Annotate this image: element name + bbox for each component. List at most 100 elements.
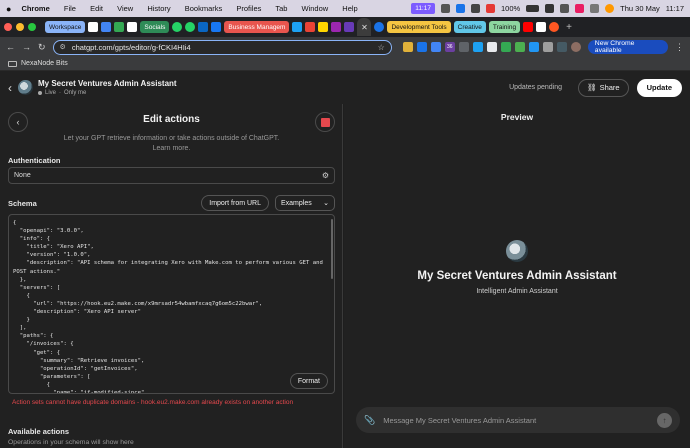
tab-favicon[interactable] (549, 22, 560, 32)
new-tab-icon[interactable]: + (566, 22, 572, 33)
tab-favicon[interactable] (292, 22, 303, 32)
clock-date[interactable]: Thu 30 May (620, 4, 660, 13)
paperclip-icon[interactable]: 📎 (364, 415, 375, 426)
reload-icon[interactable]: ↻ (38, 42, 46, 53)
status-area: 11:17 100% Thu 30 May 11:17 (411, 3, 684, 14)
search-icon[interactable] (560, 4, 570, 13)
puzzle-icon[interactable] (542, 42, 553, 52)
tab-group-dev-tools[interactable]: Development Tools (387, 21, 451, 33)
linkedin-icon[interactable] (198, 22, 209, 32)
extension-icon[interactable] (402, 42, 413, 52)
message-input[interactable]: 📎 Message My Secret Ventures Admin Assis… (356, 407, 680, 433)
whatsapp-icon[interactable] (172, 22, 183, 32)
extension-icon[interactable] (528, 42, 539, 52)
extension-icon[interactable] (472, 42, 483, 52)
authentication-field[interactable]: None ⚙ (8, 167, 335, 184)
back-icon[interactable]: ← (6, 42, 15, 52)
format-button[interactable]: Format (289, 373, 328, 389)
url-text[interactable]: chatgpt.com/gpts/editor/g-fCKI4HIi4 (72, 43, 191, 52)
active-tab[interactable]: ✕ (357, 18, 372, 36)
updates-pending-text: Updates pending (509, 84, 563, 91)
sidebar-icon[interactable] (556, 42, 567, 52)
tab-favicon[interactable] (127, 22, 138, 32)
menu-tab[interactable]: Tab (275, 4, 287, 13)
menu-window[interactable]: Window (302, 4, 329, 13)
close-icon[interactable]: ✕ (361, 23, 368, 32)
extension-icon[interactable] (430, 42, 441, 52)
apple-icon[interactable]: ● (6, 4, 11, 14)
status-icon[interactable] (575, 4, 585, 13)
tab-favicon[interactable] (344, 22, 355, 32)
menu-history[interactable]: History (147, 4, 170, 13)
menu-edit[interactable]: Edit (90, 4, 103, 13)
battery-icon[interactable] (526, 5, 540, 12)
tab-favicon[interactable] (101, 22, 112, 32)
extension-icon[interactable] (486, 42, 497, 52)
delete-action-button[interactable] (315, 112, 335, 132)
status-icon[interactable] (455, 4, 465, 13)
tab-group-business[interactable]: Business Managem (224, 21, 290, 33)
close-window-button[interactable] (4, 23, 12, 31)
examples-select[interactable]: Examples ⌄ (275, 195, 335, 211)
menu-view[interactable]: View (117, 4, 133, 13)
tab-favicon[interactable] (536, 22, 547, 32)
time-badge[interactable]: 11:17 (411, 3, 435, 14)
schema-text[interactable]: { "openapi": "3.0.0", "info": { "title":… (9, 215, 334, 393)
authentication-label: Authentication (8, 156, 61, 165)
siri-icon[interactable] (605, 4, 615, 13)
import-from-url-button[interactable]: Import from URL (201, 195, 269, 211)
learn-more-link[interactable]: Learn more. (8, 144, 335, 154)
extension-icon[interactable] (500, 42, 511, 52)
bookmark-star-icon[interactable]: ☆ (378, 43, 385, 52)
youtube-icon[interactable] (523, 22, 534, 32)
control-center-icon[interactable] (590, 4, 600, 13)
gmail-icon[interactable] (88, 22, 99, 32)
menu-bookmarks[interactable]: Bookmarks (185, 4, 223, 13)
forward-icon[interactable]: → (22, 42, 31, 52)
schema-label: Schema (8, 198, 37, 208)
zoom-window-button[interactable] (28, 23, 36, 31)
share-button[interactable]: ⛓ Share (578, 78, 629, 97)
gear-icon[interactable]: ⚙ (322, 171, 329, 180)
address-bar[interactable]: ⚙ chatgpt.com/gpts/editor/g-fCKI4HIi4 ☆ (52, 39, 392, 55)
menu-chrome[interactable]: Chrome (21, 4, 49, 13)
profile-avatar[interactable] (570, 42, 581, 52)
extension-icon[interactable] (514, 42, 525, 52)
status-icon[interactable] (440, 4, 450, 13)
minimize-window-button[interactable] (16, 23, 24, 31)
tab-favicon[interactable] (318, 22, 329, 32)
extension-icon[interactable] (458, 42, 469, 52)
schema-editor[interactable]: { "openapi": "3.0.0", "info": { "title":… (8, 214, 335, 394)
clock-time[interactable]: 11:17 (666, 4, 684, 13)
battery-percent[interactable]: 100% (501, 4, 520, 13)
extension-icon[interactable] (416, 42, 427, 52)
status-icon[interactable] (485, 4, 495, 13)
status-icon[interactable] (470, 4, 480, 13)
back-chevron-icon[interactable]: ‹ (8, 81, 12, 95)
bookmark-folder-nexanode[interactable]: NexaNode Bits (21, 60, 68, 67)
editor-scrollbar[interactable] (331, 219, 333, 279)
update-chrome-button[interactable]: New Chrome available (587, 40, 668, 54)
update-button[interactable]: Update (636, 78, 682, 97)
tab-favicon[interactable] (331, 22, 342, 32)
menu-help[interactable]: Help (342, 4, 357, 13)
whatsapp-icon[interactable] (185, 22, 196, 32)
send-arrow-icon[interactable]: ↑ (657, 412, 672, 428)
tab-group-training[interactable]: Training (488, 21, 521, 33)
site-info-icon[interactable]: ⚙ (60, 43, 66, 51)
menu-profiles[interactable]: Profiles (236, 4, 261, 13)
menu-file[interactable]: File (64, 4, 76, 13)
lock-icon: · (59, 90, 62, 96)
tab-favicon[interactable] (374, 22, 385, 32)
wifi-icon[interactable] (545, 4, 555, 13)
preview-avatar (506, 240, 528, 262)
tab-group-creative[interactable]: Creative (453, 21, 486, 33)
message-placeholder[interactable]: Message My Secret Ventures Admin Assista… (383, 416, 536, 425)
tab-favicon[interactable] (114, 22, 125, 32)
tab-group-socials[interactable]: Socials (140, 21, 170, 33)
extension-badge[interactable]: 36 (444, 42, 455, 52)
menu-dots-icon[interactable]: ⋮ (675, 42, 684, 53)
facebook-icon[interactable] (211, 22, 222, 32)
tab-group-workspace[interactable]: Workspace (45, 21, 86, 33)
tab-favicon[interactable] (305, 22, 316, 32)
